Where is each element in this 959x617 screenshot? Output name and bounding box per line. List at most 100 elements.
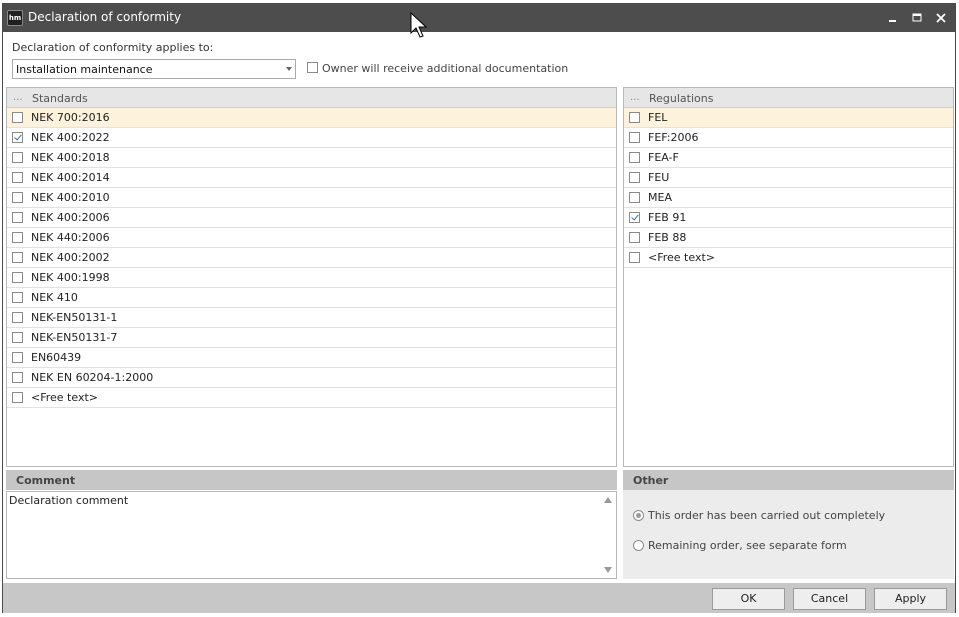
regulation-checkbox[interactable]: [629, 192, 640, 203]
regulation-row[interactable]: FEB 91: [624, 208, 953, 228]
standard-checkbox[interactable]: [12, 352, 23, 363]
standard-label: NEK 400:1998: [31, 271, 110, 284]
standards-grid: ... Standards NEK 700:2016 NEK 400:2022 NE…: [6, 87, 617, 467]
maximize-icon: [912, 13, 922, 22]
comment-text: Declaration comment: [9, 494, 129, 507]
standard-row[interactable]: NEK EN 60204-1:2000: [7, 368, 616, 388]
standard-row[interactable]: NEK 400:2022: [7, 128, 616, 148]
standard-checkbox[interactable]: [12, 332, 23, 343]
title-bar[interactable]: hm Declaration of conformity: [3, 4, 955, 32]
regulation-label: FEB 91: [648, 211, 687, 224]
regulation-checkbox[interactable]: [629, 172, 640, 183]
regulation-label: <Free text>: [648, 251, 715, 264]
completed-order-label: This order has been carried out complete…: [648, 509, 886, 522]
regulation-row[interactable]: FEA-F: [624, 148, 953, 168]
regulation-checkbox[interactable]: [629, 132, 640, 143]
maximize-button[interactable]: [907, 9, 927, 27]
regulation-row[interactable]: MEA: [624, 188, 953, 208]
standard-row[interactable]: NEK 400:2006: [7, 208, 616, 228]
regulation-row[interactable]: FEL: [624, 108, 953, 128]
minimize-button[interactable]: [883, 9, 903, 27]
applies-to-dropdown[interactable]: Installation maintenance: [12, 59, 296, 79]
standard-checkbox[interactable]: [12, 192, 23, 203]
regulation-checkbox[interactable]: [629, 252, 640, 263]
regulation-row[interactable]: FEB 88: [624, 228, 953, 248]
standard-row[interactable]: NEK-EN50131-7: [7, 328, 616, 348]
completed-order-radio[interactable]: [633, 510, 644, 521]
standard-checkbox[interactable]: [12, 292, 23, 303]
standard-checkbox[interactable]: [12, 132, 23, 143]
standards-header-label: Standards: [32, 92, 88, 105]
regulation-row[interactable]: FEF:2006: [624, 128, 953, 148]
standard-checkbox[interactable]: [12, 232, 23, 243]
regulation-label: FEL: [648, 111, 668, 124]
comment-textarea[interactable]: Declaration comment: [6, 491, 617, 579]
standard-label: NEK-EN50131-7: [31, 331, 118, 344]
standard-row[interactable]: NEK 400:1998: [7, 268, 616, 288]
standard-checkbox[interactable]: [12, 312, 23, 323]
owner-documentation-label: Owner will receive additional documentat…: [322, 62, 569, 75]
standard-checkbox[interactable]: [12, 272, 23, 283]
regulations-column-chooser[interactable]: ...: [630, 92, 640, 103]
standard-checkbox[interactable]: [12, 152, 23, 163]
regulations-header-label: Regulations: [649, 92, 714, 105]
regulation-label: FEU: [648, 171, 670, 184]
regulation-checkbox[interactable]: [629, 232, 640, 243]
standard-row[interactable]: NEK 410: [7, 288, 616, 308]
regulation-row[interactable]: <Free text>: [624, 248, 953, 268]
standard-row[interactable]: NEK 400:2014: [7, 168, 616, 188]
standards-list: NEK 700:2016 NEK 400:2022 NEK 400:2018 NEK …: [7, 108, 616, 408]
standard-row[interactable]: NEK 400:2018: [7, 148, 616, 168]
standard-label: NEK 440:2006: [31, 231, 110, 244]
standard-checkbox[interactable]: [12, 212, 23, 223]
standard-label: NEK 400:2006: [31, 211, 110, 224]
standard-checkbox[interactable]: [12, 372, 23, 383]
standard-row[interactable]: NEK 400:2010: [7, 188, 616, 208]
other-panel: This order has been carried out complete…: [623, 490, 954, 579]
regulations-grid: ... Regulations FEL FEF:2006 FEA-F FEU MEA FE…: [623, 87, 954, 467]
standard-label: NEK EN 60204-1:2000: [31, 371, 154, 384]
standard-row[interactable]: NEK 440:2006: [7, 228, 616, 248]
owner-documentation-checkbox[interactable]: [307, 62, 318, 73]
ok-button[interactable]: OK: [712, 588, 785, 610]
standards-column-chooser[interactable]: ...: [13, 92, 23, 103]
close-button[interactable]: [931, 9, 951, 27]
standard-row[interactable]: <Free text>: [7, 388, 616, 408]
standard-label: NEK 400:2002: [31, 251, 110, 264]
remaining-order-label: Remaining order, see separate form: [648, 539, 847, 552]
standard-label: NEK 400:2022: [31, 131, 110, 144]
standard-checkbox[interactable]: [12, 392, 23, 403]
standard-label: NEK 400:2010: [31, 191, 110, 204]
scroll-down-icon[interactable]: [604, 567, 612, 573]
regulation-checkbox[interactable]: [629, 112, 640, 123]
standard-label: NEK-EN50131-1: [31, 311, 118, 324]
standard-label: <Free text>: [31, 391, 98, 404]
regulation-checkbox[interactable]: [629, 212, 640, 223]
minimize-icon: [889, 20, 896, 22]
apply-button[interactable]: Apply: [874, 588, 947, 610]
close-icon: [936, 13, 946, 23]
chevron-down-icon: [286, 67, 292, 71]
regulation-checkbox[interactable]: [629, 152, 640, 163]
regulation-label: FEF:2006: [648, 131, 699, 144]
regulation-label: MEA: [648, 191, 672, 204]
regulation-row[interactable]: FEU: [624, 168, 953, 188]
standard-row[interactable]: NEK 700:2016: [7, 108, 616, 128]
comment-header: Comment: [6, 470, 617, 490]
standard-checkbox[interactable]: [12, 172, 23, 183]
regulation-label: FEB 88: [648, 231, 687, 244]
standard-row[interactable]: NEK 400:2002: [7, 248, 616, 268]
standard-row[interactable]: NEK-EN50131-1: [7, 308, 616, 328]
declaration-window: hm Declaration of conformity Declaration…: [2, 3, 956, 613]
remaining-order-radio[interactable]: [633, 540, 644, 551]
mouse-cursor-icon: [410, 12, 428, 38]
standards-header: ... Standards: [7, 88, 616, 108]
cancel-button[interactable]: Cancel: [793, 588, 866, 610]
standard-label: NEK 700:2016: [31, 111, 110, 124]
standard-row[interactable]: EN60439: [7, 348, 616, 368]
scroll-up-icon[interactable]: [604, 497, 612, 503]
regulations-list: FEL FEF:2006 FEA-F FEU MEA FEB 91 FEB 88 <Free …: [624, 108, 953, 268]
applies-to-label: Declaration of conformity applies to:: [12, 41, 214, 54]
standard-checkbox[interactable]: [12, 252, 23, 263]
standard-checkbox[interactable]: [12, 112, 23, 123]
